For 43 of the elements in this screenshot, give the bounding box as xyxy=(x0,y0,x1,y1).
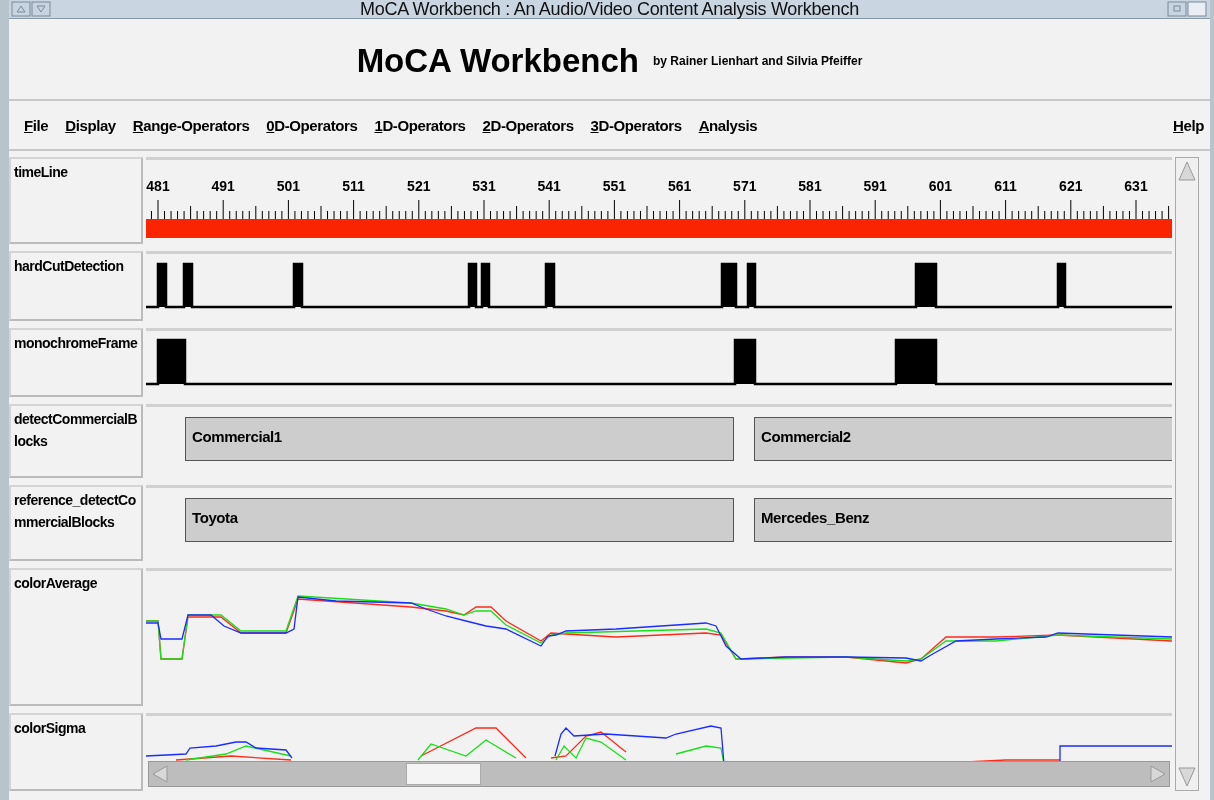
commercial-block[interactable]: Commercial2 xyxy=(754,417,1172,461)
menu-item[interactable]: 1D-Operators xyxy=(374,116,466,134)
tick-label: 521 xyxy=(407,178,431,194)
tick-label: 631 xyxy=(1124,178,1148,194)
tick-label: 491 xyxy=(211,178,235,194)
menu-item[interactable]: Display xyxy=(65,116,116,134)
author-byline: by Rainer Lienhart and Silvia Pfeiffer xyxy=(652,54,863,68)
maximize-icon[interactable] xyxy=(1164,1,1208,17)
commercial-block[interactable]: Commercial1 xyxy=(185,417,734,461)
track-label: reference_detectCommercialBlocks xyxy=(9,485,143,561)
tick-label: 561 xyxy=(667,178,692,194)
tick-label: 551 xyxy=(602,178,627,194)
menu-item[interactable]: Analysis xyxy=(698,116,758,134)
tick-label: 571 xyxy=(733,178,757,194)
window-title: MoCA Workbench : An Audio/Video Content Analysis Workbench xyxy=(360,0,859,20)
tick-label: 481 xyxy=(146,178,170,194)
tick-label: 581 xyxy=(798,178,822,194)
tick-label: 621 xyxy=(1059,178,1083,194)
menu-item[interactable]: 3D-Operators xyxy=(590,116,682,134)
tick-label: 531 xyxy=(472,178,496,194)
horizontal-scrollbar[interactable] xyxy=(148,761,1170,787)
track-label: colorAverage xyxy=(9,568,143,706)
track-label: detectCommercialBlocks xyxy=(9,404,143,478)
track-label: monochromeFrame xyxy=(9,328,143,397)
track-label: colorSigma xyxy=(9,713,143,791)
menu-item[interactable]: 2D-Operators xyxy=(482,116,574,134)
menu-item[interactable]: Range-Operators xyxy=(132,116,250,134)
menu-item[interactable]: 0D-Operators xyxy=(266,116,358,134)
commercial-block[interactable]: Toyota xyxy=(185,498,734,542)
track-label: timeLine xyxy=(9,157,143,244)
tick-label: 541 xyxy=(537,178,561,194)
scrollbar-thumb[interactable] xyxy=(406,763,481,785)
commercial-block[interactable]: Mercedes_Benz xyxy=(754,498,1172,542)
tick-label: 501 xyxy=(276,178,301,194)
tick-label: 591 xyxy=(863,178,887,194)
track-label: hardCutDetection xyxy=(9,251,143,321)
vertical-scrollbar[interactable] xyxy=(1175,157,1199,791)
help-menu[interactable]: Help xyxy=(1173,116,1204,134)
tick-label: 601 xyxy=(928,178,953,194)
tick-label: 611 xyxy=(994,178,1017,194)
menu-item[interactable]: File xyxy=(24,116,49,134)
app-title: MoCA Workbench xyxy=(356,42,639,80)
tick-label: 511 xyxy=(342,178,365,194)
